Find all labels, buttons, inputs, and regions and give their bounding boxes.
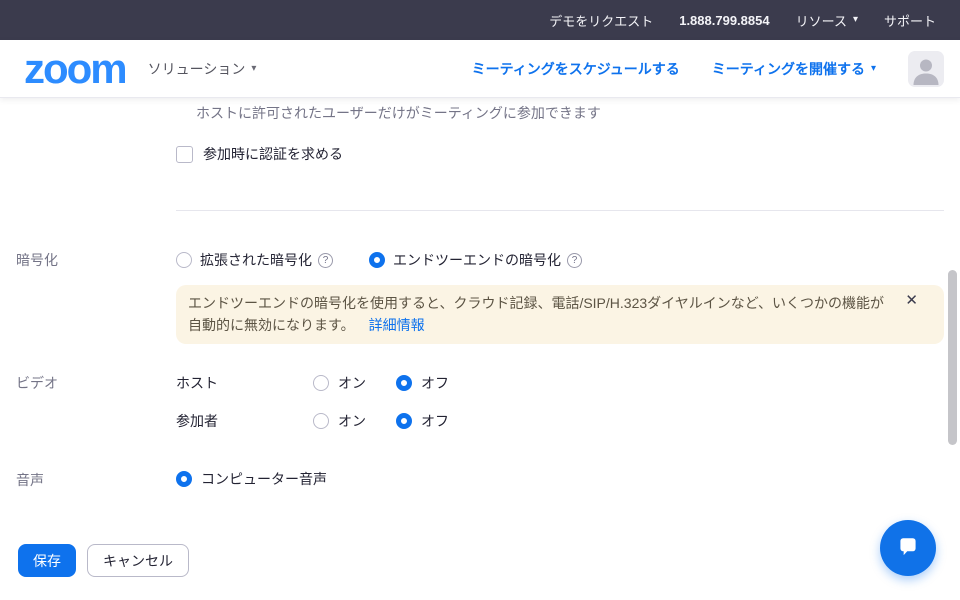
video-participant-off-option[interactable]: オフ (396, 411, 449, 431)
audio-section-label: 音声 (16, 470, 44, 490)
video-participant-on-radio[interactable] (313, 413, 329, 429)
encryption-options: 拡張された暗号化 ? エンドツーエンドの暗号化 ? (176, 250, 582, 270)
resources-label: リソース (796, 11, 847, 30)
header-actions: ミーティングをスケジュールする ミーティングを開催する ▾ (472, 51, 944, 87)
chevron-down-icon: ▾ (251, 64, 256, 74)
help-icon[interactable]: ? (318, 253, 333, 268)
top-utility-bar: デモをリクエスト 1.888.799.8854 リソース ▾ サポート (0, 0, 960, 40)
profile-avatar[interactable] (908, 51, 944, 87)
e2e-encryption-radio[interactable] (369, 252, 385, 268)
video-participant-label: 参加者 (176, 411, 313, 431)
off-label: オフ (421, 373, 449, 393)
enhanced-encryption-radio[interactable] (176, 252, 192, 268)
help-icon[interactable]: ? (567, 253, 582, 268)
host-permission-note: ホストに許可されたユーザーだけがミーティングに参加できます (196, 103, 601, 123)
resources-menu[interactable]: リソース ▾ (796, 11, 858, 30)
support-link[interactable]: サポート (884, 11, 936, 30)
video-participant-off-radio[interactable] (396, 413, 412, 429)
vertical-scrollbar-thumb[interactable] (948, 270, 957, 445)
video-participant-row: 参加者 オン オフ (176, 411, 449, 431)
main-header: zoom ソリューション ▾ ミーティングをスケジュールする ミーティングを開催… (0, 40, 960, 98)
off-label: オフ (421, 411, 449, 431)
e2e-warning-text: エンドツーエンドの暗号化を使用すると、クラウド記録、電話/SIP/H.323ダイ… (188, 295, 884, 333)
host-meeting-menu[interactable]: ミーティングを開催する ▾ (712, 59, 876, 79)
e2e-encryption-label: エンドツーエンドの暗号化 (393, 250, 561, 270)
close-icon[interactable]: ✕ (905, 293, 918, 308)
on-label: オン (338, 373, 366, 393)
solutions-menu[interactable]: ソリューション ▾ (148, 59, 257, 79)
enhanced-encryption-label: 拡張された暗号化 (200, 250, 312, 270)
e2e-encryption-option[interactable]: エンドツーエンドの暗号化 ? (369, 250, 582, 270)
video-host-label: ホスト (176, 373, 313, 393)
save-button[interactable]: 保存 (18, 544, 76, 577)
phone-number-link[interactable]: 1.888.799.8854 (679, 13, 769, 28)
schedule-meeting-link[interactable]: ミーティングをスケジュールする (472, 59, 680, 79)
video-section-label: ビデオ (16, 373, 58, 393)
host-meeting-label: ミーティングを開催する (712, 59, 865, 79)
zoom-meeting-settings-page: デモをリクエスト 1.888.799.8854 リソース ▾ サポート zoom… (0, 0, 960, 600)
computer-audio-label: コンピューター音声 (201, 469, 327, 489)
video-participant-on-option[interactable]: オン (313, 411, 396, 431)
section-divider (176, 210, 944, 211)
form-actions: 保存 キャンセル (18, 544, 189, 577)
chevron-down-icon: ▾ (871, 64, 876, 74)
video-host-on-radio[interactable] (313, 375, 329, 391)
video-host-off-radio[interactable] (396, 375, 412, 391)
request-demo-link[interactable]: デモをリクエスト (549, 11, 653, 30)
chevron-down-icon: ▾ (853, 15, 858, 25)
e2e-warning-banner: エンドツーエンドの暗号化を使用すると、クラウド記録、電話/SIP/H.323ダイ… (176, 285, 944, 344)
on-label: オン (338, 411, 366, 431)
encryption-section-label: 暗号化 (16, 250, 58, 270)
user-silhouette-icon (908, 51, 944, 87)
auth-checkbox-row: 参加時に認証を求める (176, 144, 343, 164)
solutions-label: ソリューション (148, 59, 246, 79)
video-host-off-option[interactable]: オフ (396, 373, 449, 393)
video-host-row: ホスト オン オフ (176, 373, 449, 393)
cancel-button[interactable]: キャンセル (87, 544, 189, 577)
zoom-logo[interactable]: zoom (24, 48, 126, 90)
learn-more-link[interactable]: 詳細情報 (369, 317, 425, 333)
auth-checkbox[interactable] (176, 146, 193, 163)
video-host-on-option[interactable]: オン (313, 373, 396, 393)
chat-support-fab[interactable] (880, 520, 936, 576)
chat-bubble-icon (895, 535, 921, 561)
auth-checkbox-label: 参加時に認証を求める (203, 144, 343, 164)
computer-audio-option[interactable]: コンピューター音声 (176, 469, 327, 489)
computer-audio-radio[interactable] (176, 471, 192, 487)
enhanced-encryption-option[interactable]: 拡張された暗号化 ? (176, 250, 333, 270)
